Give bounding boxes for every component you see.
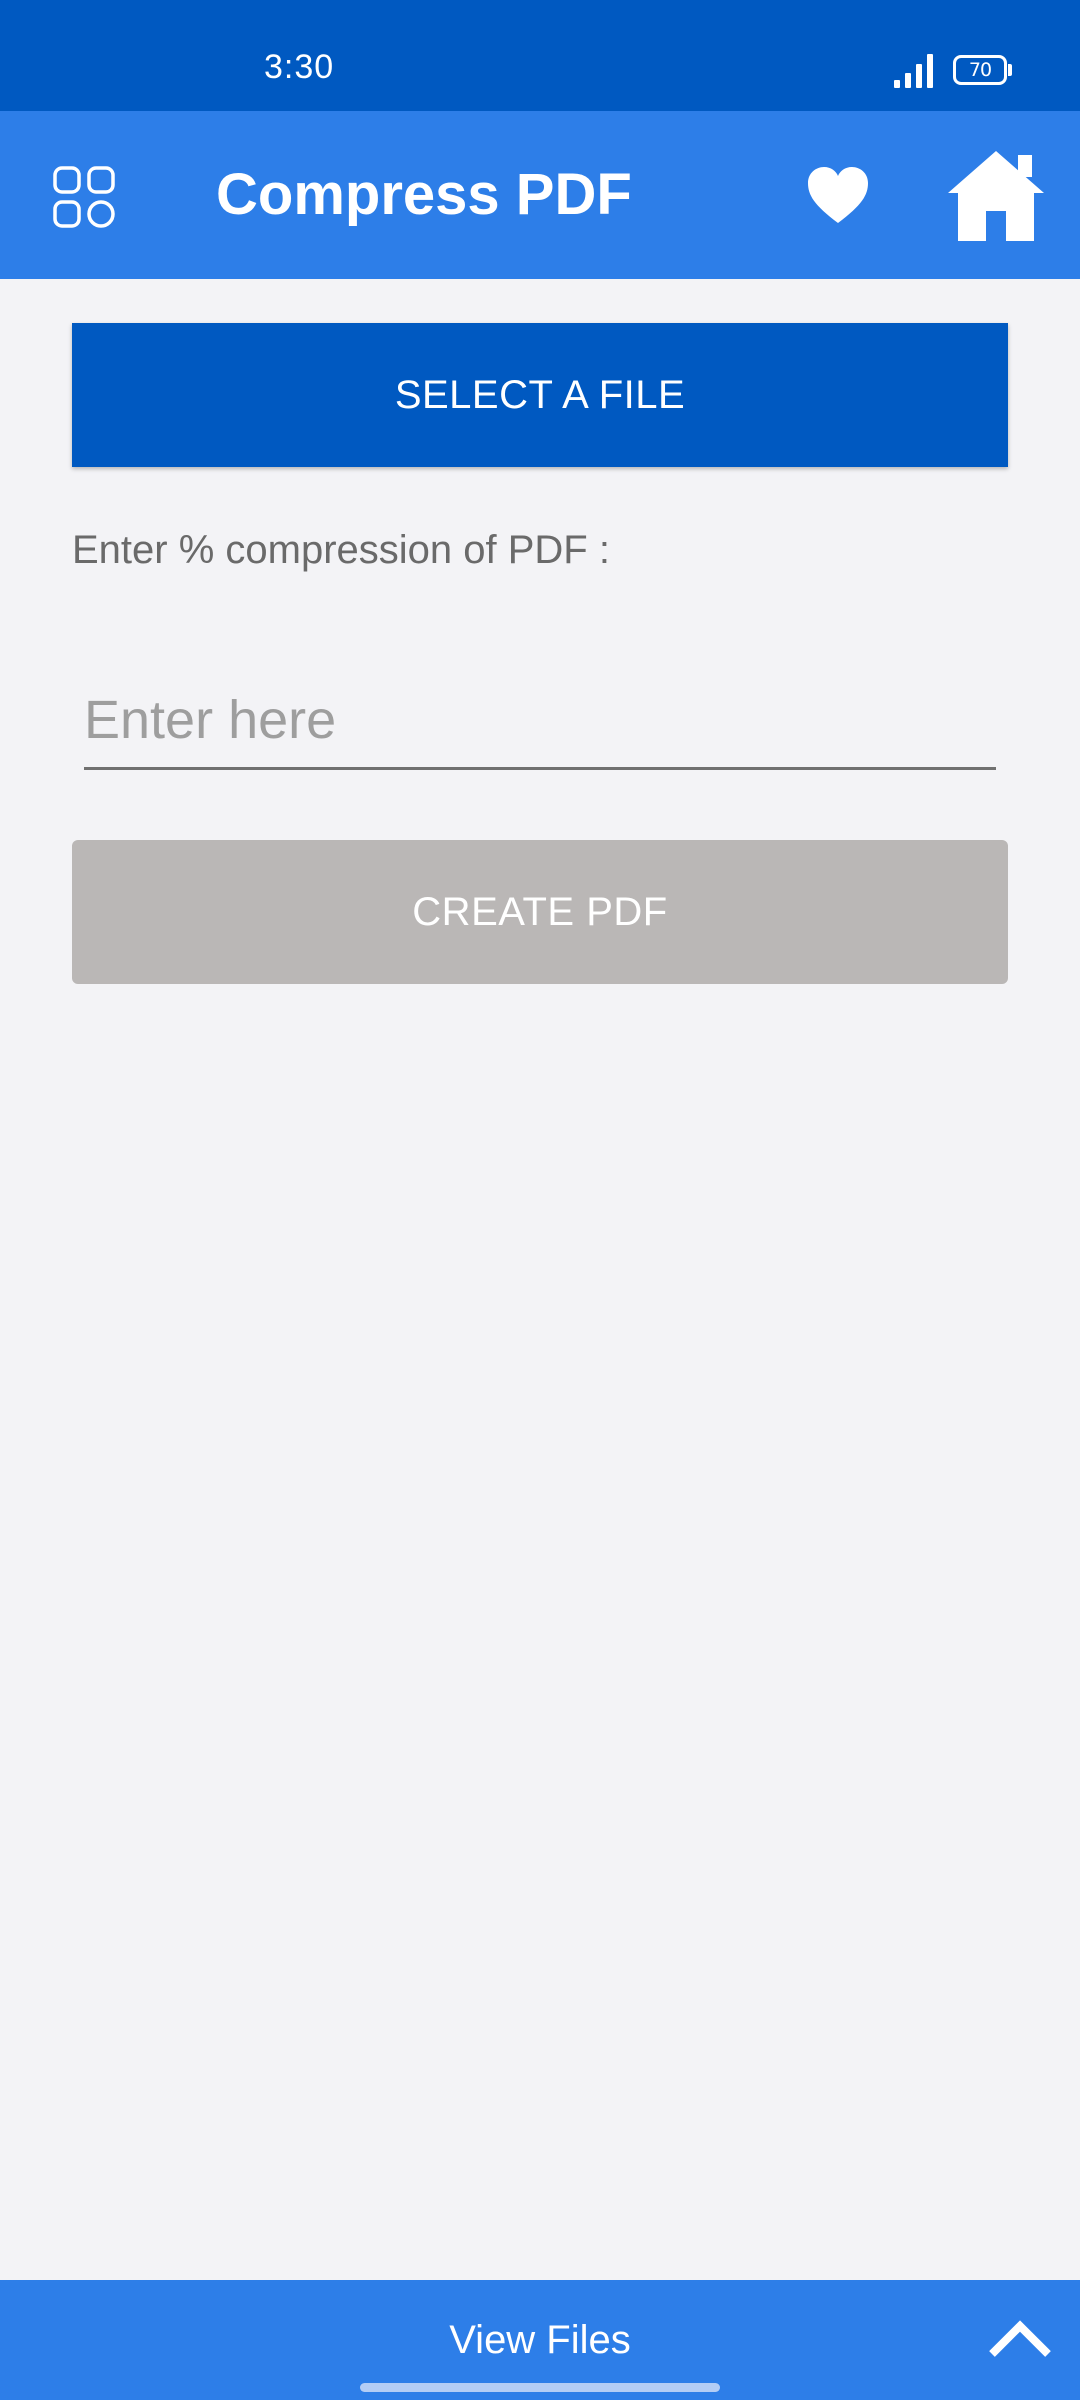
home-icon[interactable] xyxy=(946,147,1046,243)
heart-icon[interactable] xyxy=(806,165,870,225)
battery-level: 70 xyxy=(968,59,992,81)
select-file-button[interactable]: SELECT A FILE xyxy=(72,323,1008,467)
page-title: Compress PDF xyxy=(216,162,632,227)
app-bar: Compress PDF xyxy=(0,111,1080,279)
status-bar: 3:30 70 xyxy=(0,0,1080,111)
menu-grid-icon[interactable] xyxy=(52,165,116,229)
chevron-up-icon[interactable] xyxy=(988,2318,1052,2358)
battery-icon: 70 xyxy=(953,55,1013,85)
status-time: 3:30 xyxy=(264,48,335,86)
compression-input[interactable] xyxy=(84,680,996,760)
battery-body: 70 xyxy=(953,55,1007,85)
create-pdf-button[interactable]: CREATE PDF xyxy=(72,840,1008,984)
compress-pdf-screen: 3:30 70 Compress PDF SELECT A FILE Enter… xyxy=(0,0,1080,2400)
compression-field[interactable] xyxy=(84,670,996,770)
compression-label: Enter % compression of PDF : xyxy=(72,528,610,572)
signal-icon xyxy=(894,54,933,88)
battery-tip xyxy=(1008,64,1012,76)
view-files-label[interactable]: View Files xyxy=(0,2280,1080,2400)
home-indicator[interactable] xyxy=(360,2383,720,2392)
bottom-bar[interactable]: View Files xyxy=(0,2280,1080,2400)
